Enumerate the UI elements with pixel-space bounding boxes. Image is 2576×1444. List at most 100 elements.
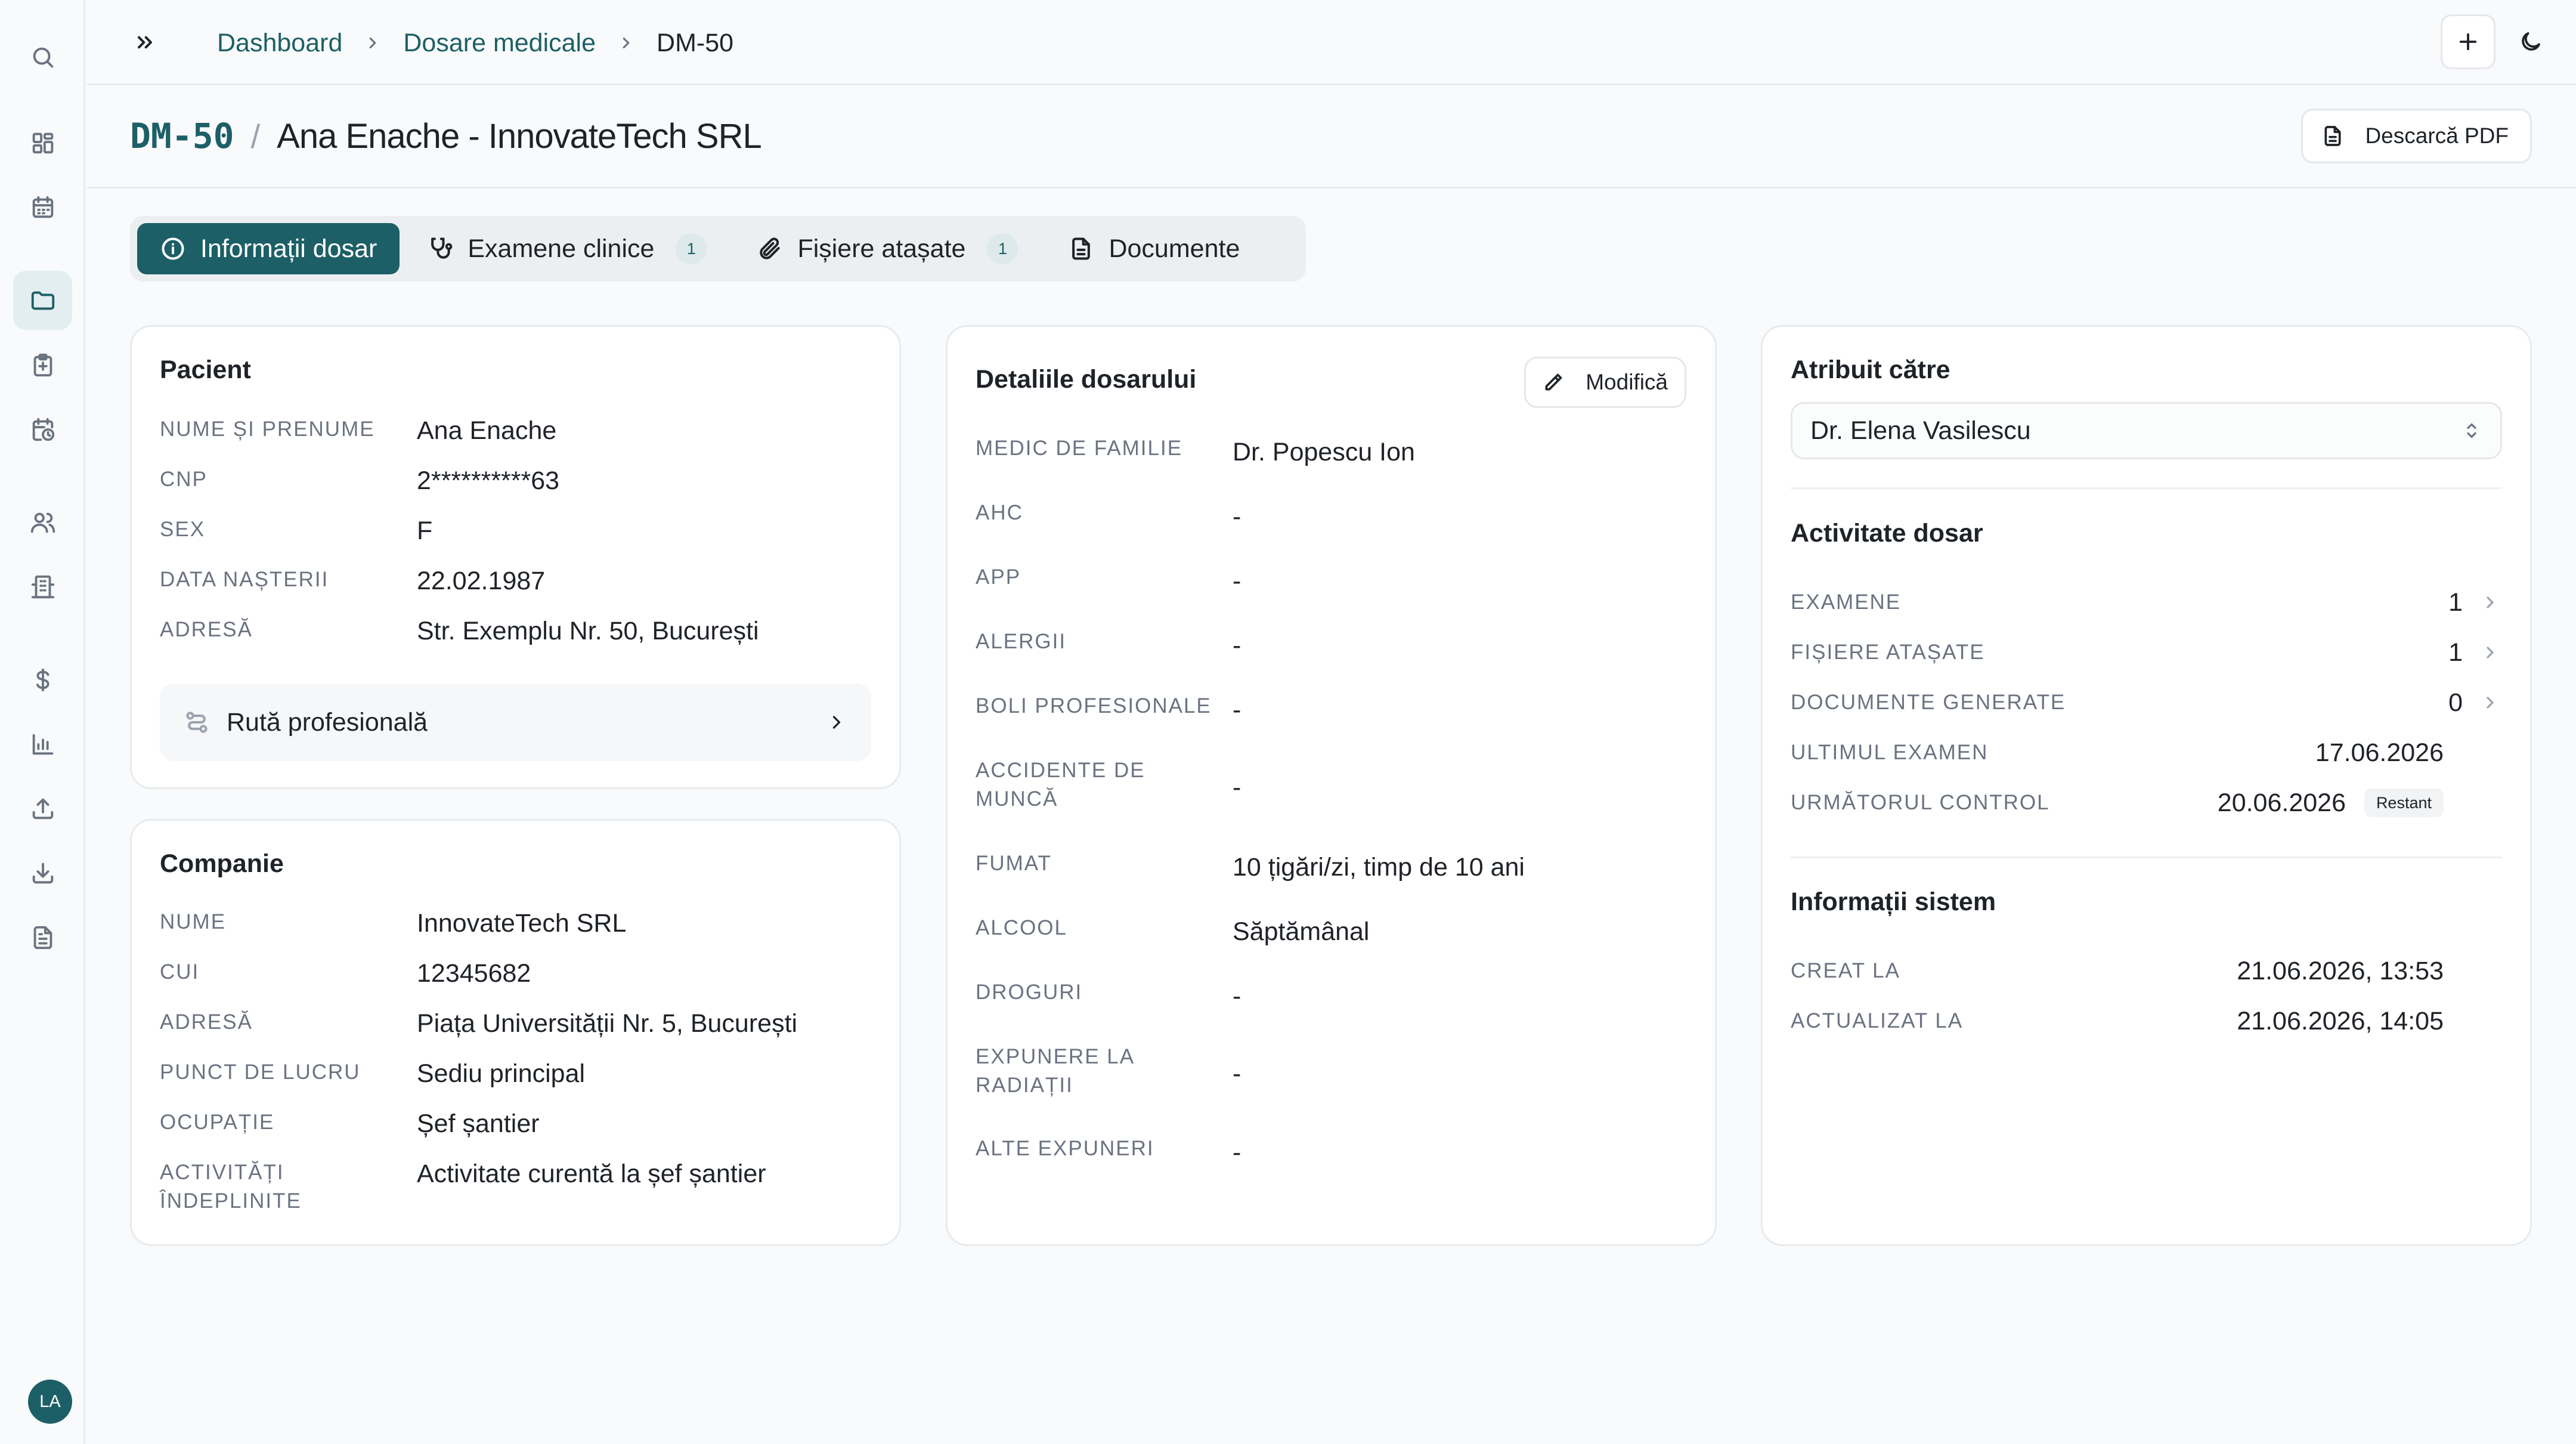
dollar-icon[interactable] xyxy=(13,650,72,709)
chevron-right-icon xyxy=(617,34,635,52)
plus-icon xyxy=(2459,33,2477,51)
tab-badge: 1 xyxy=(987,233,1018,264)
field-value: - xyxy=(1233,982,1241,1010)
field-value: Șef șantier xyxy=(417,1109,540,1138)
patient-card-title: Pacient xyxy=(160,355,251,384)
field-value: InnovateTech SRL xyxy=(417,909,627,938)
assignee-select[interactable]: Dr. Elena Vasilescu xyxy=(1791,402,2502,459)
edit-button[interactable]: Modifică xyxy=(1524,357,1686,408)
field-value: 20.06.2026 xyxy=(2217,789,2346,817)
stethoscope-icon xyxy=(431,237,453,259)
tab-badge: 1 xyxy=(676,233,707,264)
field-label: Examene xyxy=(1791,590,1902,614)
file-text-icon xyxy=(2324,126,2341,146)
field-value: Dr. Popescu Ion xyxy=(1233,438,1415,466)
status-badge: Restant xyxy=(2364,789,2444,817)
folder-icon[interactable] xyxy=(13,271,72,330)
breadcrumb-current: DM-50 xyxy=(657,28,734,57)
field-label: CUI xyxy=(160,960,200,984)
field-value: 17.06.2026 xyxy=(2315,738,2444,767)
tab-clinical-exams[interactable]: Examene clinice 1 xyxy=(404,223,729,274)
expand-sidebar-icon[interactable] xyxy=(129,26,161,58)
route-label: Rută profesională xyxy=(227,707,428,737)
breadcrumb: Dashboard Dosare medicale DM-50 xyxy=(217,26,733,60)
breadcrumb-dashboard[interactable]: Dashboard xyxy=(217,29,342,58)
theme-toggle-button[interactable] xyxy=(2503,14,2558,69)
upload-icon[interactable] xyxy=(13,779,72,838)
download-pdf-label: Descarcă PDF xyxy=(2365,123,2509,148)
system-info-title: Informații sistem xyxy=(1791,888,1996,916)
activity-row-files[interactable]: Fișiere atașate 1 xyxy=(1791,637,2502,668)
field-label: Adresă xyxy=(160,618,253,641)
calendar-icon[interactable] xyxy=(13,178,72,237)
field-value: 1 xyxy=(2448,638,2463,667)
field-label: Medic de familie xyxy=(976,437,1183,460)
field-value: Săptămânal xyxy=(1233,917,1370,946)
field-value: Activitate curentă la șef șantier xyxy=(417,1159,766,1188)
field-label: CNP xyxy=(160,468,208,491)
system-row-updated: Actualizat la 21.06.2026, 14:05 xyxy=(1791,1006,2502,1037)
page-title: DM-50 / Ana Enache - InnovateTech SRL xyxy=(130,112,762,160)
field-value: - xyxy=(1233,695,1241,724)
field-label: AHC xyxy=(976,501,1023,524)
case-details-card: Detaliile dosarului Modifică Medic de fa… xyxy=(946,325,1717,1246)
field-label: Ultimul examen xyxy=(1791,741,1989,764)
tab-case-info[interactable]: Informații dosar xyxy=(137,223,400,274)
calendar-clock-icon[interactable] xyxy=(13,400,72,459)
document-icon xyxy=(1072,237,1091,260)
field-label: Adresă xyxy=(160,1010,253,1034)
field-value: 10 țigări/zi, timp de 10 ani xyxy=(1233,853,1525,882)
field-label: Fumat xyxy=(976,852,1052,875)
field-label: Creat la xyxy=(1791,959,1900,982)
field-label: Accidente de muncă xyxy=(976,759,1145,811)
field-value: 21.06.2026, 13:53 xyxy=(2237,957,2444,985)
title-separator: / xyxy=(250,117,261,155)
avatar[interactable]: LA xyxy=(28,1380,72,1424)
field-value: - xyxy=(1233,1138,1241,1167)
professional-route-button[interactable]: Rută profesională xyxy=(160,684,871,761)
activity-row-exams[interactable]: Examene 1 xyxy=(1791,587,2502,618)
field-label: Alergii xyxy=(976,630,1067,653)
building-icon[interactable] xyxy=(13,557,72,616)
edit-button-label: Modifică xyxy=(1586,370,1668,394)
divider xyxy=(1791,487,2502,489)
add-button[interactable] xyxy=(2441,14,2496,69)
company-card: Companie Nume InnovateTech SRL CUI 12345… xyxy=(130,819,901,1246)
search-icon[interactable] xyxy=(13,27,72,86)
breadcrumb-medical-records[interactable]: Dosare medicale xyxy=(403,29,596,58)
chart-bar-icon[interactable] xyxy=(13,715,72,774)
divider xyxy=(1791,856,2502,858)
assigned-title: Atribuit către xyxy=(1791,355,1950,384)
field-label: Documente generate xyxy=(1791,691,2066,714)
system-row-created: Creat la 21.06.2026, 13:53 xyxy=(1791,956,2502,987)
field-label: Actualizat la xyxy=(1791,1009,1964,1032)
field-value: 12345682 xyxy=(417,959,531,988)
tab-label: Examene clinice xyxy=(467,234,655,263)
download-icon[interactable] xyxy=(13,843,72,902)
tab-documents[interactable]: Documente xyxy=(1045,223,1262,274)
field-value: - xyxy=(1233,631,1241,660)
patient-card: Pacient Nume și prenume Ana Enache CNP 2… xyxy=(130,325,901,789)
tab-attached-files[interactable]: Fișiere atașate 1 xyxy=(734,223,1041,274)
info-icon xyxy=(162,237,184,260)
activity-row-documents[interactable]: Documente generate 0 xyxy=(1791,687,2502,718)
company-card-title: Companie xyxy=(160,849,284,878)
field-value: Piața Universității Nr. 5, București xyxy=(417,1009,798,1038)
activity-row-last-exam: Ultimul examen 17.06.2026 xyxy=(1791,737,2502,768)
file-text-icon[interactable] xyxy=(13,908,72,967)
activity-title: Activitate dosar xyxy=(1791,519,1983,548)
users-icon[interactable] xyxy=(13,493,72,552)
clipboard-plus-icon[interactable] xyxy=(13,335,72,394)
assignment-card: Atribuit către Dr. Elena Vasilescu Activ… xyxy=(1761,325,2532,1246)
field-label: Fișiere atașate xyxy=(1791,641,1985,664)
pencil-icon xyxy=(1545,373,1562,391)
field-value: 0 xyxy=(2448,688,2463,717)
field-value: - xyxy=(1233,502,1241,531)
assignee-selected: Dr. Elena Vasilescu xyxy=(1810,416,2031,445)
download-pdf-button[interactable]: Descarcă PDF xyxy=(2301,109,2532,163)
tab-bar: Informații dosar Examene clinice 1 Fișie… xyxy=(130,216,1306,282)
field-label: Alcool xyxy=(976,916,1067,939)
chevron-up-down-icon xyxy=(2467,423,2476,438)
dashboard-icon[interactable] xyxy=(13,113,72,172)
tab-label: Informații dosar xyxy=(200,234,377,263)
